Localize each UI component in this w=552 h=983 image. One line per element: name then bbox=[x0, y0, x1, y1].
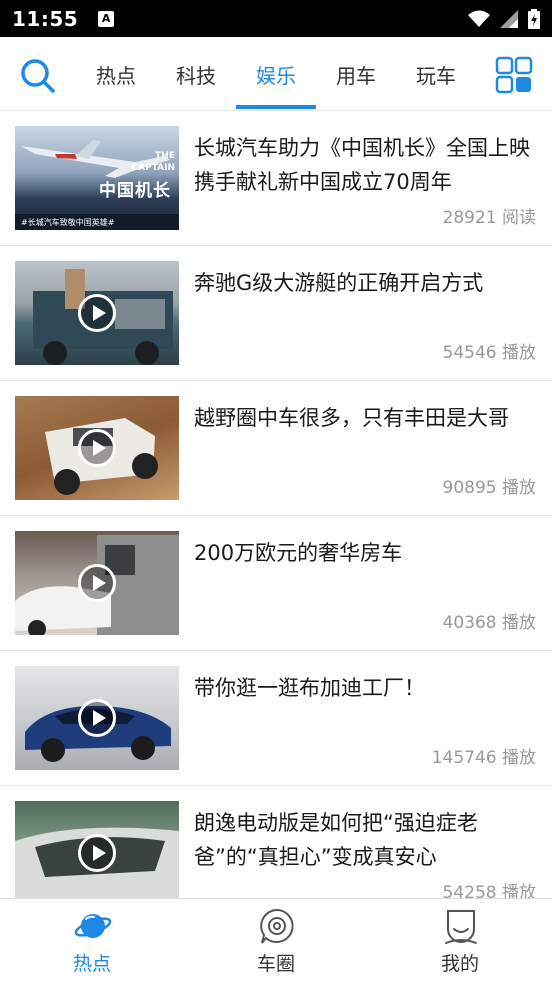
notification-icon: A bbox=[98, 10, 115, 27]
chat-bubble-icon bbox=[260, 908, 294, 944]
news-item[interactable]: THE CAPTAIN 中国机长 #长城汽车致敬中国英雄# 长城汽车助力《中国机… bbox=[0, 111, 552, 246]
profile-icon bbox=[445, 910, 477, 944]
news-play-count: 54258 播放 bbox=[442, 883, 536, 898]
news-thumbnail bbox=[15, 261, 179, 365]
nav-label-hot: 热点 bbox=[72, 953, 111, 975]
play-icon[interactable] bbox=[78, 564, 116, 602]
news-play-count: 40368 播放 bbox=[442, 613, 536, 633]
nav-label-car-circle: 车圈 bbox=[256, 953, 295, 975]
poster-footer: #长城汽车致敬中国英雄# bbox=[21, 218, 115, 227]
news-thumbnail bbox=[15, 396, 179, 500]
tab-entertainment[interactable]: 娱乐 bbox=[236, 37, 316, 111]
news-read-count: 28921 阅读 bbox=[442, 208, 536, 228]
signal-icon bbox=[500, 9, 518, 28]
active-tab-indicator bbox=[236, 105, 316, 109]
news-list[interactable]: THE CAPTAIN 中国机长 #长城汽车致敬中国英雄# 长城汽车助力《中国机… bbox=[0, 111, 552, 898]
play-icon[interactable] bbox=[78, 699, 116, 737]
news-thumbnail: THE CAPTAIN 中国机长 #长城汽车致敬中国英雄# bbox=[15, 126, 179, 230]
tab-car-use[interactable]: 用车 bbox=[316, 37, 396, 111]
news-play-count: 90895 播放 bbox=[442, 478, 536, 498]
nav-item-mine[interactable]: 我的 bbox=[368, 899, 552, 983]
battery-icon bbox=[528, 8, 540, 29]
wifi-icon bbox=[468, 10, 490, 27]
channel-grid-icon[interactable] bbox=[495, 56, 533, 94]
play-icon[interactable] bbox=[78, 834, 116, 872]
nav-item-car-circle[interactable]: 车圈 bbox=[184, 899, 368, 983]
news-item[interactable]: 朗逸电动版是如何把“强迫症老爸”的“真担心”变成真安心 54258 播放 bbox=[0, 786, 552, 898]
news-item[interactable]: 200万欧元的奢华房车 40368 播放 bbox=[0, 516, 552, 651]
news-play-count: 145746 播放 bbox=[431, 748, 536, 768]
news-play-count: 54546 播放 bbox=[442, 343, 536, 363]
news-title: 长城汽车助力《中国机长》全国上映 携手献礼新中国成立70周年 bbox=[194, 136, 530, 194]
poster-caption: THE CAPTAIN bbox=[131, 151, 175, 173]
news-item[interactable]: 带你逛一逛布加迪工厂！ 145746 播放 bbox=[0, 651, 552, 786]
news-title: 200万欧元的奢华房车 bbox=[194, 541, 403, 565]
play-icon[interactable] bbox=[78, 429, 116, 467]
play-icon[interactable] bbox=[78, 294, 116, 332]
news-thumbnail bbox=[15, 666, 179, 770]
status-bar: 11:55 A bbox=[0, 0, 552, 37]
search-icon[interactable] bbox=[16, 55, 58, 95]
bottom-nav: 热点 车圈 我的 bbox=[0, 898, 552, 983]
nav-item-hot[interactable]: 热点 bbox=[0, 899, 184, 983]
news-thumbnail bbox=[15, 531, 179, 635]
news-item[interactable]: 奔驰G级大游艇的正确开启方式 54546 播放 bbox=[0, 246, 552, 381]
nav-label-mine: 我的 bbox=[440, 953, 479, 975]
tab-tech[interactable]: 科技 bbox=[156, 37, 236, 111]
planet-icon bbox=[74, 914, 112, 938]
tab-hot[interactable]: 热点 bbox=[76, 37, 156, 111]
news-title: 带你逛一逛布加迪工厂！ bbox=[194, 676, 425, 700]
news-title: 奔驰G级大游艇的正确开启方式 bbox=[194, 271, 484, 295]
poster-title: 中国机长 bbox=[99, 181, 171, 201]
top-tab-bar: 热点 科技 娱乐 用车 玩车 bbox=[0, 37, 552, 111]
news-title: 越野圈中车很多，只有丰田是大哥 bbox=[194, 406, 509, 430]
status-time: 11:55 bbox=[12, 6, 79, 31]
news-item[interactable]: 越野圈中车很多，只有丰田是大哥 90895 播放 bbox=[0, 381, 552, 516]
tab-car-play[interactable]: 玩车 bbox=[396, 37, 476, 111]
news-thumbnail bbox=[15, 801, 179, 898]
news-title: 朗逸电动版是如何把“强迫症老爸”的“真担心”变成真安心 bbox=[194, 811, 478, 869]
